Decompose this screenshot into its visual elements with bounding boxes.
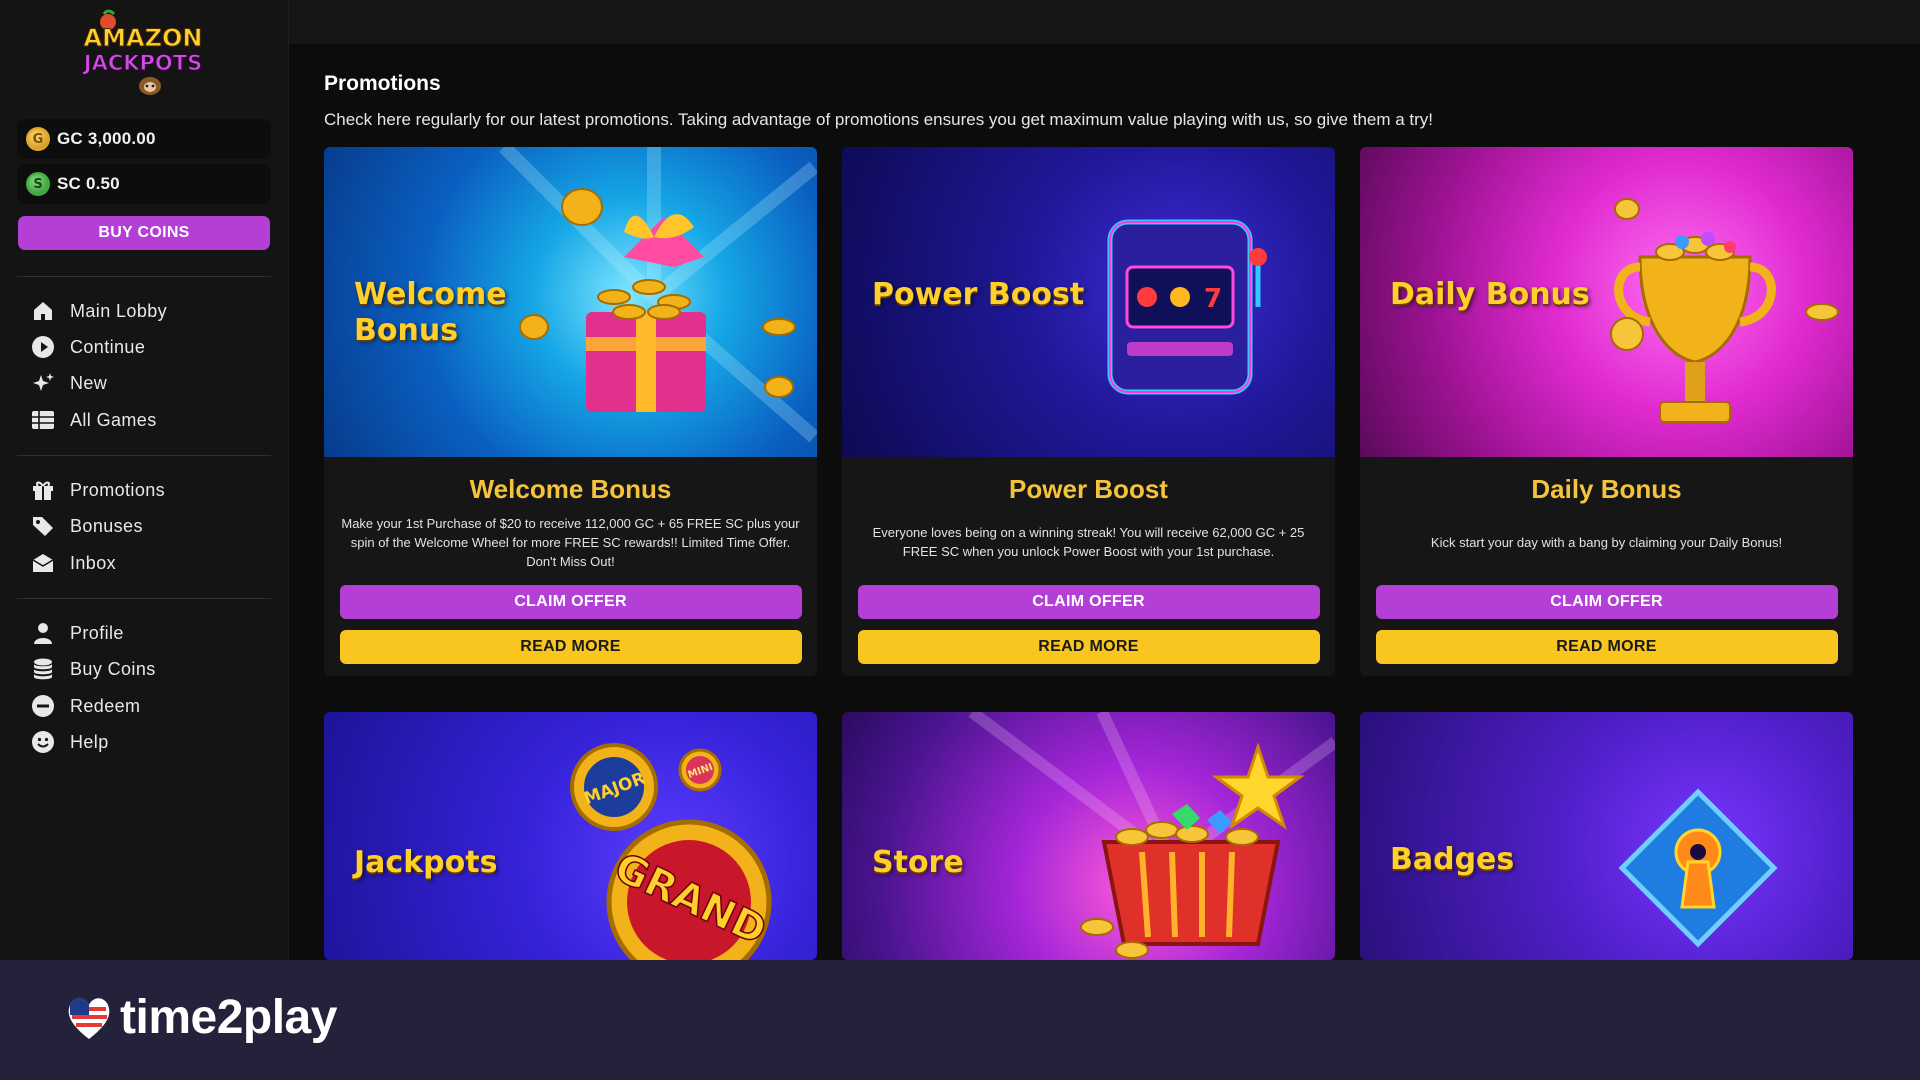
sc-coin-icon: S <box>26 172 50 196</box>
sidebar-item-main-lobby[interactable]: Main Lobby <box>30 296 270 326</box>
svg-text:AMAZON: AMAZON <box>84 24 203 52</box>
basket-icon <box>968 712 1335 959</box>
card-title: Welcome Bonus <box>469 474 672 504</box>
gc-balance-text: GC 3,000.00 <box>57 129 156 148</box>
gc-balance: G GC 3,000.00 <box>17 119 271 159</box>
top-bar <box>289 0 1920 44</box>
power-boost-banner-text: Power Boost <box>872 277 1085 312</box>
page-description: Check here regularly for our latest prom… <box>324 110 1434 129</box>
daily-bonus-banner[interactable]: Daily Bonus <box>1360 147 1853 457</box>
sidebar-item-label: All Games <box>70 409 157 430</box>
tag-icon <box>30 513 56 539</box>
jackpots-banner: MAJOR MINI GRAND Jackpots <box>324 712 817 960</box>
promo-card-power-boost: 7 Power Boost Power Boost Everyone loves… <box>842 147 1335 676</box>
sidebar-item-label: Bonuses <box>70 515 143 536</box>
gift-icon <box>30 477 56 503</box>
card-title: Daily Bonus <box>1531 474 1682 504</box>
store-banner-text: Store <box>872 845 964 880</box>
sidebar-item-label: Main Lobby <box>70 300 168 321</box>
grid-icon <box>30 407 56 433</box>
sidebar-item-new[interactable]: New <box>30 368 270 398</box>
jackpot-badges-icon: MAJOR MINI GRAND <box>570 743 774 960</box>
buy-coins-button[interactable]: BUY COINS <box>18 216 270 250</box>
store-banner: Store <box>842 712 1335 960</box>
sidebar-item-label: Promotions <box>70 479 166 500</box>
watermark-text: time2play <box>120 991 337 1044</box>
play-icon <box>30 334 56 360</box>
daily-bonus-banner-text: Daily Bonus <box>1390 277 1590 312</box>
smiley-icon <box>30 729 56 755</box>
claim-offer-button[interactable]: CLAIM OFFER <box>857 585 1320 619</box>
sidebar-item-bonuses[interactable]: Bonuses <box>30 511 270 541</box>
sidebar-item-profile[interactable]: Profile <box>30 618 270 648</box>
svg-text:7: 7 <box>1204 284 1222 314</box>
sidebar-item-promotions[interactable]: Promotions <box>30 475 270 505</box>
envelope-icon <box>30 550 56 576</box>
card-description: Kick start your day with a bang by claim… <box>1430 534 1783 550</box>
promo-card-store[interactable]: Store <box>842 712 1335 960</box>
card-description: Everyone loves being on a winning streak… <box>872 525 1305 559</box>
sidebar-item-label: New <box>70 372 108 393</box>
sidebar-item-inbox[interactable]: Inbox <box>30 548 270 578</box>
sidebar-item-label: Inbox <box>70 552 117 573</box>
read-more-button[interactable]: READ MORE <box>339 630 802 664</box>
sidebar-divider <box>17 455 271 456</box>
claim-offer-button[interactable]: CLAIM OFFER <box>1375 585 1838 619</box>
sidebar-item-label: Buy Coins <box>70 658 156 679</box>
promo-card-jackpots[interactable]: MAJOR MINI GRAND Jackpots <box>324 712 817 960</box>
sparkle-icon <box>30 370 56 396</box>
sidebar-item-redeem[interactable]: Redeem <box>30 691 270 721</box>
read-more-button[interactable]: READ MORE <box>1375 630 1838 664</box>
sidebar-item-help[interactable]: Help <box>30 727 270 757</box>
sidebar-item-label: Profile <box>70 622 124 643</box>
keyhole-badge-icon <box>1618 788 1778 948</box>
card-title: Power Boost <box>1009 474 1168 504</box>
sidebar-item-label: Redeem <box>70 695 141 716</box>
gc-coin-icon: G <box>26 127 50 151</box>
redeem-icon <box>30 693 56 719</box>
sc-balance-text: SC 0.50 <box>57 174 120 193</box>
amazon-jackpots-logo[interactable]: AMAZON JACKPOTS <box>78 8 208 98</box>
sidebar-divider <box>17 598 271 599</box>
coin-stack-icon <box>30 656 56 682</box>
power-boost-banner[interactable]: 7 Power Boost <box>842 147 1335 457</box>
home-icon <box>30 298 56 324</box>
flag-heart-icon <box>68 997 110 1039</box>
svg-text:JACKPOTS: JACKPOTS <box>82 51 202 75</box>
welcome-bonus-banner[interactable]: Welcome Bonus <box>324 147 817 457</box>
badges-banner: Badges <box>1360 712 1853 960</box>
promo-card-daily-bonus: Daily Bonus Daily Bonus Kick start your … <box>1360 147 1853 676</box>
sidebar-item-label: Help <box>70 731 109 752</box>
person-icon <box>30 620 56 646</box>
badges-banner-text: Badges <box>1390 842 1515 877</box>
claim-offer-button[interactable]: CLAIM OFFER <box>339 585 802 619</box>
page-title: Promotions <box>324 72 441 95</box>
card-description: Make your 1st Purchase of $20 to receive… <box>341 515 800 569</box>
jackpots-banner-text: Jackpots <box>354 845 498 880</box>
sc-balance: S SC 0.50 <box>17 164 271 204</box>
sidebar: AMAZON JACKPOTS G GC 3,000.00 S SC 0.50 … <box>0 0 289 960</box>
sidebar-divider <box>17 276 271 277</box>
sidebar-item-buy-coins[interactable]: Buy Coins <box>30 654 270 684</box>
read-more-button[interactable]: READ MORE <box>857 630 1320 664</box>
welcome-banner-text: Welcome Bonus <box>354 277 507 348</box>
sidebar-item-all-games[interactable]: All Games <box>30 405 270 435</box>
sidebar-item-continue[interactable]: Continue <box>30 332 270 362</box>
time2play-watermark: time2play <box>66 990 337 1045</box>
promo-card-badges[interactable]: Badges <box>1360 712 1853 960</box>
sidebar-item-label: Continue <box>70 336 146 357</box>
promo-card-welcome-bonus: Welcome Bonus Welcome Bonus Make your 1s… <box>324 147 817 676</box>
